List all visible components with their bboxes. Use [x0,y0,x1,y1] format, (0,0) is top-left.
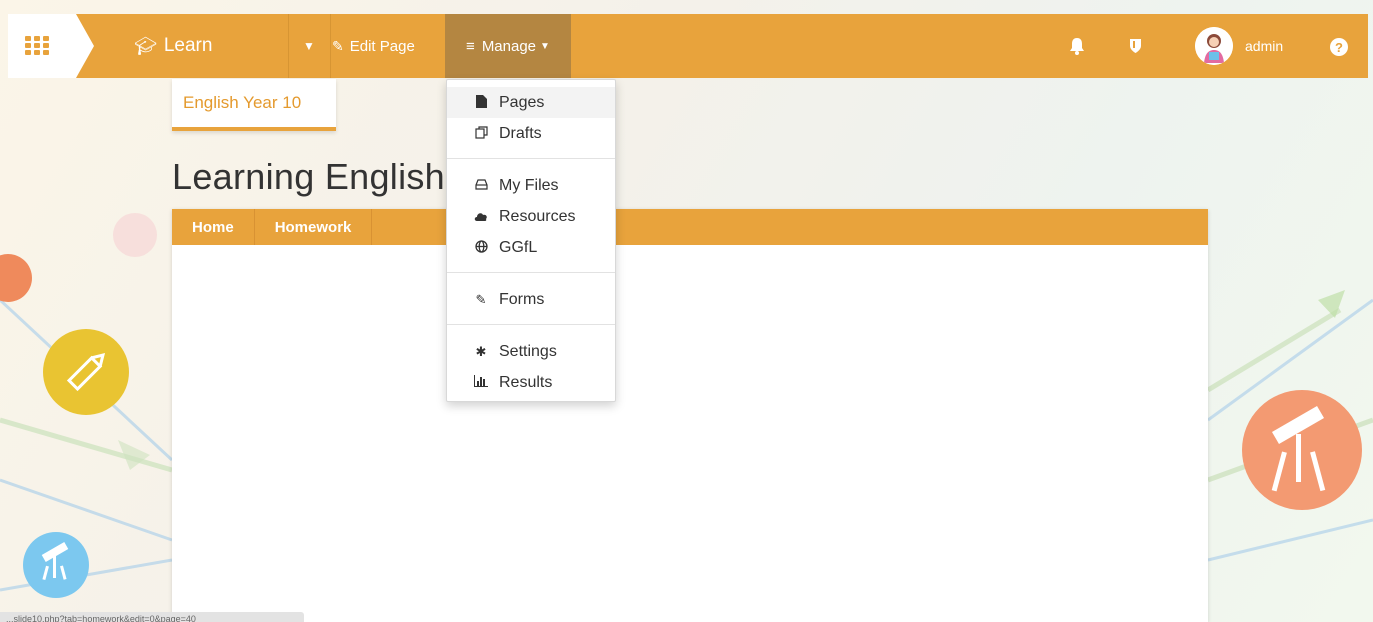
menu-item-label: Settings [499,342,557,360]
shield-icon [1130,39,1141,53]
bars-icon: ≡ [466,37,475,55]
browser-status-bar: ...slide10.php?tab=homework&edit=0&page=… [0,612,304,622]
security-button[interactable] [1129,14,1142,78]
grid-icon [25,36,49,56]
notifications-button[interactable] [1069,14,1085,78]
nav-divider [330,14,331,78]
user-avatar[interactable] [1195,27,1233,65]
menu-item-settings[interactable]: ✱ Settings [447,336,615,367]
manage-dropdown-menu: Pages Drafts My Files Resources GGfL ✎ F… [446,79,616,402]
tab-homework[interactable]: Homework [255,209,373,245]
status-url: ...slide10.php?tab=homework&edit=0&page=… [6,614,196,622]
content-panel: Home Homework [172,209,1208,622]
course-name: English Year 10 [183,93,302,112]
edit-page-button[interactable]: ✎ Edit Page [332,14,415,78]
bell-icon [1070,38,1084,55]
globe-icon [471,239,491,256]
copy-icon [471,125,491,142]
tab-label: Home [192,218,234,236]
menu-divider [447,324,615,325]
edit-page-label: Edit Page [349,37,415,55]
menu-item-label: Results [499,373,553,391]
caret-down-icon: ▼ [540,40,550,52]
caret-down-icon: ▼ [303,39,315,53]
edit-icon: ✎ [475,291,487,307]
hdd-icon [471,178,491,193]
menu-item-drafts[interactable]: Drafts [447,118,615,149]
menu-item-label: Drafts [499,124,542,142]
tab-home[interactable]: Home [172,209,255,245]
bar-chart-icon [471,375,491,390]
file-icon [471,94,491,111]
top-navbar: 🎓︎ Learn ▼ ✎ Edit Page ≡ Manage ▼ admin … [8,14,1368,78]
menu-item-forms[interactable]: ✎ Forms [447,284,615,315]
tab-label: Homework [274,218,352,236]
menu-item-ggfl[interactable]: GGfL [447,232,615,263]
menu-item-label: Resources [499,207,576,225]
learn-label: Learn [163,35,213,56]
help-glyph: ? [1335,39,1343,55]
menu-item-my-files[interactable]: My Files [447,170,615,201]
menu-item-resources[interactable]: Resources [447,201,615,232]
menu-divider [447,158,615,159]
graduation-cap-icon: 🎓︎ [134,35,157,56]
edit-icon: ✎ [332,37,344,54]
gear-icon: ✱ [475,343,487,359]
menu-item-label: GGfL [499,238,538,256]
page-tabs: Home Homework [172,209,1208,245]
menu-divider [447,272,615,273]
page-title: Learning English [172,156,445,197]
menu-item-label: My Files [499,176,559,194]
learn-nav-link[interactable]: 🎓︎ Learn [134,14,212,78]
user-name[interactable]: admin [1245,14,1283,78]
admin-label: admin [1245,38,1284,54]
avatar-image [1195,27,1233,65]
question-circle-icon[interactable]: ? [1330,38,1348,56]
menu-item-label: Pages [499,93,545,111]
apps-menu-button[interactable] [8,14,94,78]
course-tab[interactable]: English Year 10 [172,79,336,131]
learn-dropdown-toggle[interactable]: ▼ [288,14,330,78]
menu-item-results[interactable]: Results [447,367,615,398]
manage-menu-button[interactable]: ≡ Manage ▼ [445,14,571,78]
menu-item-label: Forms [499,290,545,308]
menu-item-pages[interactable]: Pages [447,87,615,118]
manage-label: Manage [481,37,537,55]
cloud-icon [471,209,491,224]
